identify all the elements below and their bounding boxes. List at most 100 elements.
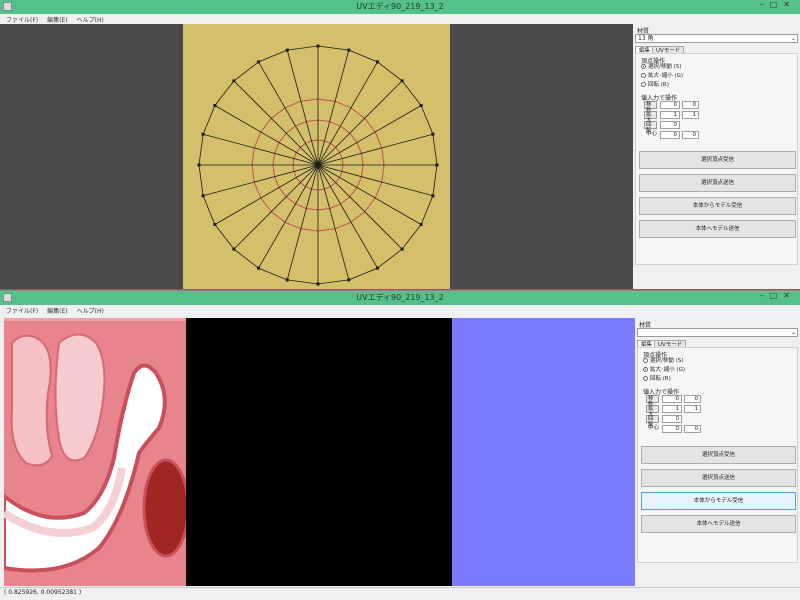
menu-edit[interactable]: 編集(E) (41, 305, 70, 315)
move-apply-button[interactable]: 移動 (644, 101, 657, 114)
uv-vertex[interactable] (197, 163, 201, 167)
rotate-apply-button[interactable]: 回転 (646, 415, 659, 428)
minimize-icon[interactable]: – (760, 0, 770, 9)
move-x-input[interactable]: 0 (662, 395, 682, 403)
uv-vertex[interactable] (316, 44, 320, 48)
center-y-input[interactable]: 0 (682, 131, 699, 139)
title-bar: UVエディ90_219_13_2 –□✕ (0, 0, 800, 14)
chevron-down-icon: ⌄ (790, 329, 796, 336)
uv-wireframe[interactable] (197, 44, 439, 286)
uv-vertex[interactable] (400, 247, 404, 251)
send-selected-vertices-button[interactable]: 選択頂点送信 (641, 469, 796, 487)
menu-file[interactable]: ファイル(F) (0, 14, 41, 24)
rotate-input[interactable]: 0 (662, 415, 682, 423)
uv-vertex[interactable] (257, 60, 260, 64)
uv-vertex[interactable] (376, 60, 379, 64)
radio-select-move[interactable]: 選択/移動 (S) (641, 64, 681, 71)
uv-vertex[interactable] (347, 278, 351, 282)
cursor-uv-readout: ( 0.825926, 0.00952381 ) (4, 589, 82, 596)
uv-canvas[interactable] (4, 318, 635, 586)
maximize-icon[interactable]: □ (770, 291, 784, 300)
close-icon[interactable]: ✕ (783, 291, 796, 300)
material-select[interactable]: 13 角 ⌄ (635, 34, 798, 43)
uv-vertex[interactable] (232, 79, 236, 83)
scale-y-input[interactable]: 1 (682, 111, 699, 119)
receive-model-button[interactable]: 本体からモデル受信 (639, 197, 796, 215)
scale-x-input[interactable]: 1 (662, 405, 682, 413)
radio-label: 回転 (R) (648, 82, 669, 88)
send-model-button[interactable]: 本体へモデル送信 (639, 220, 796, 238)
move-apply-button[interactable]: 移動 (646, 395, 659, 408)
center-y-input[interactable]: 0 (684, 425, 701, 433)
scale-apply-button[interactable]: 拡大 (644, 111, 657, 124)
uv-vertex[interactable] (435, 163, 439, 167)
uv-vertex[interactable] (213, 104, 217, 107)
texture-sole-left (10, 334, 54, 467)
center-x-input[interactable]: 0 (662, 425, 682, 433)
radio-label: 拡大･縮小 (G) (650, 367, 686, 373)
side-panel: 材質 ⌄ 編集 UVモード 頂点操作 選択/移動 (S) 拡大･縮小 (G) 回… (635, 318, 800, 586)
uv-vertex[interactable] (285, 48, 289, 52)
material-select[interactable]: ⌄ (637, 328, 798, 337)
uv-vertex[interactable] (201, 194, 205, 198)
move-y-input[interactable]: 0 (684, 395, 701, 403)
move-x-input[interactable]: 0 (660, 101, 680, 109)
maximize-icon[interactable]: □ (770, 0, 784, 9)
center-label: 中心 (646, 131, 658, 137)
window-title: UVエディ90_219_13_2 (356, 293, 444, 302)
radio-rotate[interactable]: 回転 (R) (643, 376, 671, 383)
menu-help[interactable]: ヘルプ(H) (71, 14, 107, 24)
uv-vertex[interactable] (347, 48, 351, 52)
uv-canvas-svg[interactable] (4, 318, 635, 586)
uv-vertex[interactable] (419, 104, 423, 107)
scale-apply-button[interactable]: 拡大 (646, 405, 659, 418)
black-region (186, 318, 452, 586)
uv-canvas-svg[interactable] (0, 24, 633, 290)
uv-vertex[interactable] (419, 223, 423, 226)
window-controls[interactable]: –□✕ (760, 0, 796, 9)
rotate-apply-button[interactable]: 回転 (644, 121, 657, 134)
close-icon[interactable]: ✕ (783, 0, 796, 9)
edit-tab-panel: 頂点操作 選択/移動 (S) 拡大･縮小 (G) 回転 (R) 値入力で操作 移… (637, 347, 798, 563)
window-title: UVエディ90_219_13_2 (356, 2, 444, 11)
texture-top-edge (4, 318, 186, 321)
title-bar: UVエディ90_219_13_2 –□✕ (0, 291, 800, 305)
scale-y-input[interactable]: 1 (684, 405, 701, 413)
minimize-icon[interactable]: – (760, 291, 770, 300)
uv-vertex[interactable] (213, 223, 217, 226)
radio-off-icon (641, 73, 646, 78)
send-selected-vertices-button[interactable]: 選択頂点送信 (639, 174, 796, 192)
scale-x-input[interactable]: 1 (660, 111, 680, 119)
uv-canvas[interactable] (0, 24, 633, 290)
radio-rotate[interactable]: 回転 (R) (641, 82, 669, 89)
radio-scale[interactable]: 拡大･縮小 (G) (643, 367, 685, 374)
uv-vertex[interactable] (285, 278, 289, 282)
radio-scale[interactable]: 拡大･縮小 (G) (641, 73, 683, 80)
uv-vertex[interactable] (376, 266, 379, 270)
uv-vertex[interactable] (201, 132, 205, 136)
menu-help[interactable]: ヘルプ(H) (71, 305, 107, 315)
radio-off-icon (643, 376, 648, 381)
uv-vertex[interactable] (257, 266, 260, 270)
menu-bar: ファイル(F) 編集(E) ヘルプ(H) (0, 14, 800, 24)
receive-selected-vertices-button[interactable]: 選択頂点受信 (639, 151, 796, 169)
receive-selected-vertices-button[interactable]: 選択頂点受信 (641, 446, 796, 464)
uv-vertex[interactable] (232, 247, 236, 251)
edit-tab-panel: 頂点操作 選択/移動 (S) 拡大･縮小 (G) 回転 (R) 値入力で操作 移… (635, 53, 798, 265)
uv-vertex[interactable] (400, 79, 404, 83)
radio-on-icon (641, 64, 646, 69)
rotate-input[interactable]: 0 (660, 121, 680, 129)
move-y-input[interactable]: 0 (682, 101, 699, 109)
radio-select-move[interactable]: 選択/移動 (S) (643, 358, 683, 365)
menu-file[interactable]: ファイル(F) (0, 305, 41, 315)
uv-vertex[interactable] (316, 282, 320, 286)
menu-edit[interactable]: 編集(E) (41, 14, 70, 24)
receive-model-button[interactable]: 本体からモデル受信 (641, 492, 796, 510)
window-controls[interactable]: –□✕ (760, 291, 796, 300)
uv-vertex[interactable] (431, 194, 435, 198)
center-x-input[interactable]: 0 (660, 131, 680, 139)
uv-editor-window-top: UVエディ90_219_13_2 –□✕ ファイル(F) 編集(E) ヘルプ(H) … (0, 0, 800, 296)
send-model-button[interactable]: 本体へモデル送信 (641, 515, 796, 533)
radio-on-icon (643, 367, 648, 372)
uv-vertex[interactable] (431, 132, 435, 136)
